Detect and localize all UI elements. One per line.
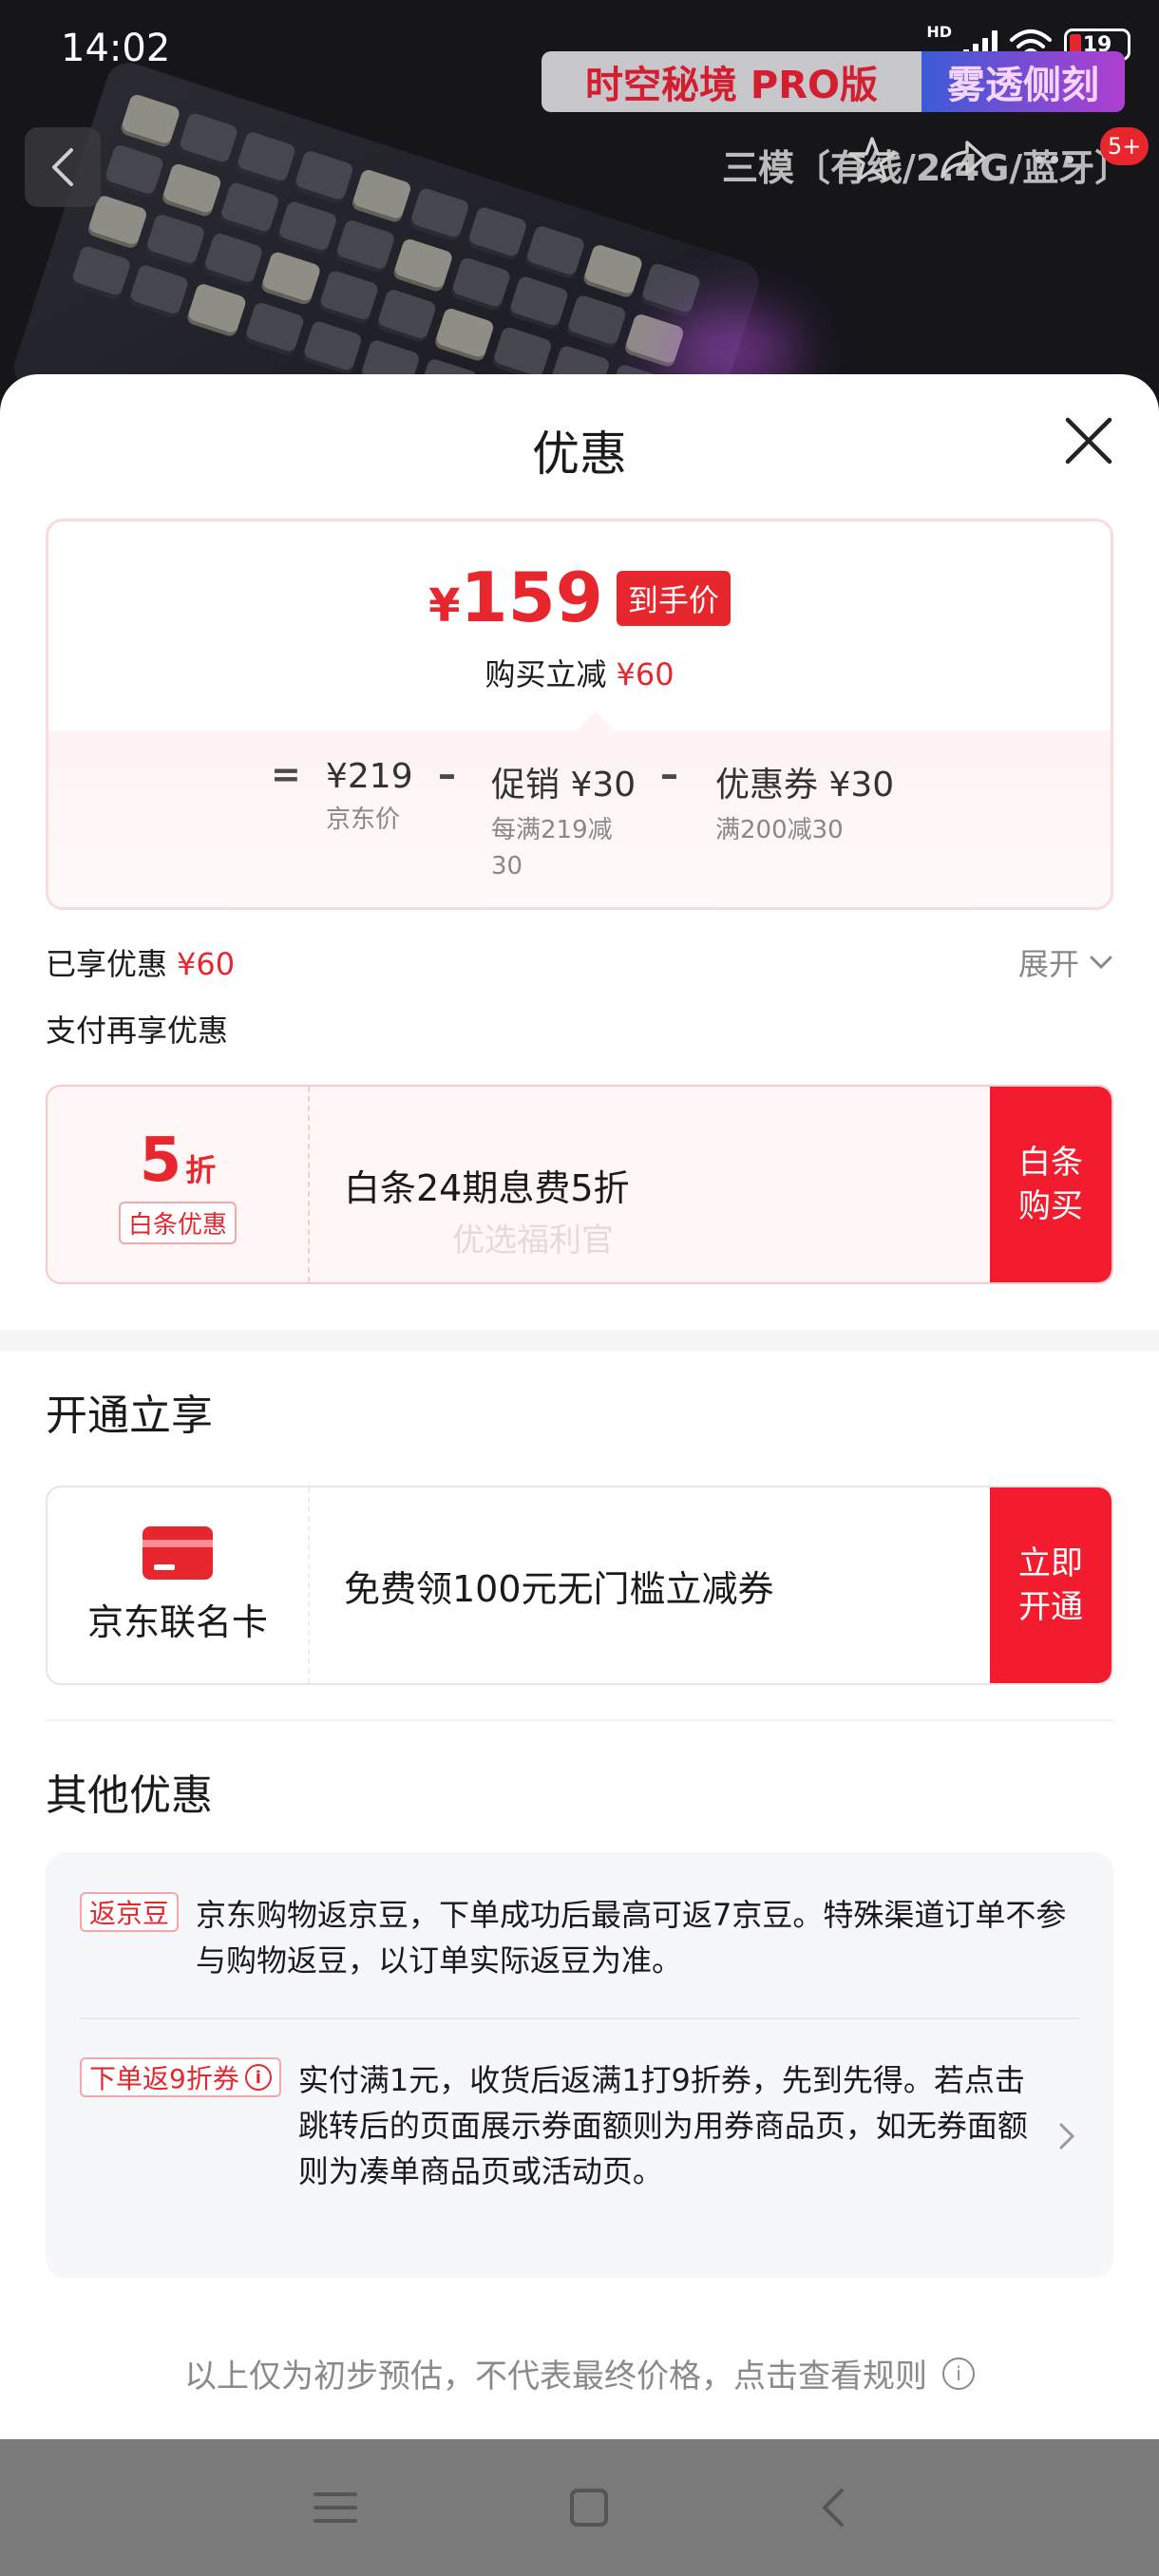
back-button[interactable]	[25, 127, 101, 207]
chevron-right-icon[interactable]	[1058, 2122, 1075, 2150]
network-type: HD	[926, 22, 952, 41]
jingdou-tag: 返京豆	[80, 1892, 180, 1932]
enjoyed-value: ¥60	[177, 946, 236, 982]
divider-line	[46, 1719, 1113, 1721]
pointer-notch	[577, 711, 615, 730]
status-time: 14:02	[61, 27, 171, 70]
back-nav-icon[interactable]	[819, 2487, 847, 2529]
minus-sign: –	[438, 753, 456, 795]
credit-card-icon	[142, 1525, 213, 1580]
more-icon[interactable]	[1028, 133, 1081, 186]
pay-more-label: 支付再享优惠	[46, 1013, 229, 1049]
banner-left-text: 时空秘境 PRO版	[542, 51, 922, 112]
open-now-button[interactable]: 立即开通	[990, 1487, 1112, 1683]
system-nav-bar	[0, 2439, 1159, 2576]
jd-card-name: 京东联名卡	[86, 1601, 268, 1643]
baitiao-description: 白条24期息费5折 优选福利官	[344, 1166, 630, 1260]
baitiao-offer-card[interactable]: 5折 白条优惠 白条24期息费5折 优选福利官 白条购买	[46, 1085, 1113, 1284]
jingdou-text: 京东购物返京豆，下单成功后最高可返7京豆。特殊渠道订单不参与购物返豆，以订单实际…	[196, 1897, 1067, 1979]
other-section-title: 其他优惠	[46, 1771, 213, 1820]
chevron-left-icon	[52, 148, 73, 186]
instant-save-value: ¥60	[616, 656, 674, 692]
final-price-tag: 到手价	[616, 570, 731, 626]
other-offer-row: 返京豆 京东购物返京豆，下单成功后最高可返7京豆。特殊渠道订单不参与购物返豆，以…	[80, 1892, 1079, 1983]
equals-sign: =	[271, 753, 301, 795]
section-divider	[0, 1330, 1159, 1351]
share-icon[interactable]	[937, 133, 990, 186]
banner-right-text: 雾透侧刻	[922, 51, 1125, 112]
instant-save: 购买立减 ¥60	[484, 656, 674, 692]
final-price-row: ¥159 到手价	[48, 563, 1111, 633]
jd-card-offer[interactable]: 京东联名卡 免费领100元无门槛立减券 立即开通	[46, 1486, 1113, 1685]
watermark-text: 优选福利官	[452, 1222, 614, 1260]
close-icon[interactable]	[1060, 412, 1117, 469]
enjoyed-discount: 已享优惠 ¥60	[46, 946, 236, 982]
coupon-text: 实付满1元，收货后返满1打9折券，先到先得。若点击跳转后的页面展示券面额则为用券…	[297, 2062, 1028, 2189]
sheet-title: 优惠	[532, 426, 627, 482]
baitiao-discount-block: 5折 白条优惠	[48, 1087, 310, 1282]
expand-button[interactable]: 展开	[1018, 940, 1113, 984]
jd-card-block: 京东联名卡	[48, 1487, 310, 1683]
open-section-title: 开通立享	[46, 1392, 213, 1440]
nav-actions	[846, 133, 1081, 186]
info-icon[interactable]: i	[244, 2064, 272, 2091]
chevron-down-icon	[1090, 956, 1112, 970]
star-icon[interactable]	[846, 133, 899, 186]
row-separator	[80, 2017, 1079, 2019]
final-price: ¥159	[428, 558, 603, 637]
jd-card-description: 免费领100元无门槛立减券	[344, 1567, 774, 1610]
rules-note[interactable]: 以上仅为初步预估，不代表最终价格，点击查看规则 i	[0, 2350, 1159, 2396]
discount-sheet: 优惠 ¥159 到手价 购买立减 ¥60 = ¥219 京东价 – 促销 ¥30…	[0, 374, 1159, 2439]
product-banner: 时空秘境 PRO版 雾透侧刻	[542, 51, 1125, 112]
other-offer-row[interactable]: 下单返9折券 i 实付满1元，收货后返满1打9折券，先到先得。若点击跳转后的页面…	[80, 2057, 1028, 2194]
other-offers-box: 返京豆 京东购物返京豆，下单成功后最高可返7京豆。特殊渠道订单不参与购物返豆，以…	[46, 1852, 1113, 2278]
coupon-tag: 下单返9折券 i	[80, 2057, 281, 2097]
breakdown-coupon: 优惠券 ¥30 满200减30	[715, 766, 895, 844]
price-top: ¥159 到手价 购买立减 ¥60	[48, 521, 1111, 730]
info-icon: i	[942, 2357, 975, 2390]
price-summary-card: ¥159 到手价 购买立减 ¥60 = ¥219 京东价 – 促销 ¥30 每满2…	[46, 519, 1113, 910]
price-breakdown: = ¥219 京东价 – 促销 ¥30 每满219减30 – 优惠券 ¥30 满…	[48, 730, 1111, 907]
breakdown-jd-price: ¥219 京东价	[326, 757, 413, 834]
baitiao-buy-button[interactable]: 白条购买	[990, 1087, 1112, 1282]
breakdown-promo: 促销 ¥30 每满219减30	[491, 766, 636, 881]
baitiao-discount: 5折	[139, 1125, 217, 1196]
baitiao-badge: 白条优惠	[118, 1201, 237, 1244]
message-badge: 5+	[1100, 127, 1150, 165]
home-icon[interactable]	[568, 2487, 610, 2529]
minus-sign: –	[660, 753, 678, 795]
menu-icon[interactable]	[312, 2489, 359, 2527]
